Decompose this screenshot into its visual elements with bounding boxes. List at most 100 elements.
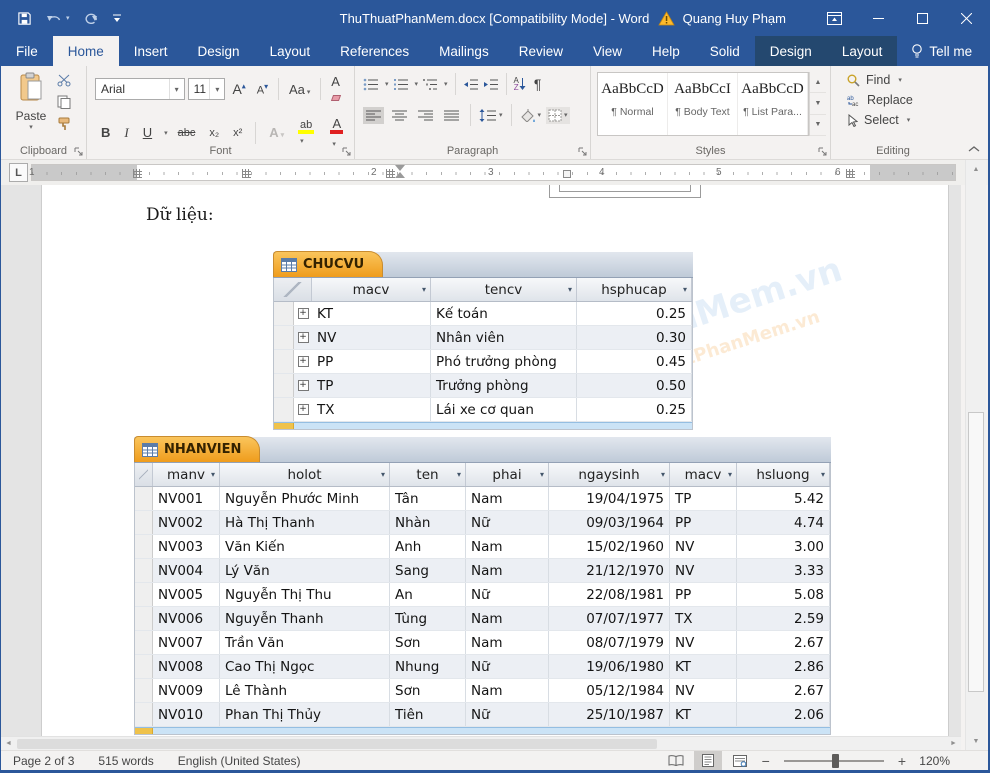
close-button[interactable]	[944, 0, 988, 36]
bold-button[interactable]: B	[97, 123, 114, 142]
paste-dropdown[interactable]: ▾	[9, 123, 53, 131]
numbering-button[interactable]	[393, 78, 409, 91]
ribbon-display-options-button[interactable]	[812, 0, 856, 36]
multilevel-dropdown[interactable]: ▾	[444, 80, 448, 88]
contextual-tab-design[interactable]: Design	[755, 36, 827, 66]
font-dialog-launcher[interactable]	[342, 147, 352, 157]
borders-button[interactable]: ▾	[546, 107, 570, 124]
increase-indent-button[interactable]	[483, 78, 499, 91]
cut-icon[interactable]	[57, 74, 72, 87]
zoom-slider-thumb[interactable]	[832, 754, 839, 768]
font-family-combo[interactable]: Arial▾	[95, 78, 185, 100]
align-right-button[interactable]	[415, 107, 436, 124]
tab-help[interactable]: Help	[637, 36, 695, 66]
decrease-indent-button[interactable]	[463, 78, 479, 91]
text-effects-button[interactable]: A▾	[265, 123, 288, 142]
select-button[interactable]: Select▾	[841, 110, 955, 130]
scroll-right-button[interactable]: ►	[946, 737, 961, 750]
strikethrough-button[interactable]: abc	[174, 125, 200, 141]
scroll-up-button[interactable]: ▲	[967, 160, 985, 178]
font-size-combo[interactable]: 11▾	[188, 78, 226, 100]
undo-dropdown[interactable]: ▾	[66, 14, 70, 22]
tab-solid[interactable]: Solid	[695, 36, 755, 66]
style-card[interactable]: AaBbCcI¶ Body Text	[668, 73, 738, 135]
zoom-level[interactable]: 120%	[914, 754, 950, 768]
save-icon[interactable]	[17, 11, 32, 26]
clipboard-dialog-launcher[interactable]	[74, 147, 84, 157]
account-area[interactable]: Quang Huy Phạm	[648, 11, 812, 26]
find-button[interactable]: Find▾	[841, 70, 955, 90]
table-column-marker[interactable]	[242, 169, 251, 178]
web-layout-button[interactable]	[726, 751, 754, 770]
tab-share[interactable]: Share	[986, 36, 990, 66]
scroll-down-button[interactable]: ▼	[967, 732, 985, 750]
tab-file[interactable]: File	[1, 36, 53, 66]
style-card[interactable]: AaBbCcD¶ Normal	[598, 73, 668, 135]
word-count[interactable]: 515 words	[86, 754, 165, 768]
zoom-slider[interactable]	[784, 760, 884, 762]
tab-mailings[interactable]: Mailings	[424, 36, 504, 66]
language-indicator[interactable]: English (United States)	[166, 754, 313, 768]
contextual-tab-layout[interactable]: Layout	[827, 36, 898, 66]
horizontal-scrollbar[interactable]: ◄ ►	[1, 736, 961, 750]
format-painter-icon[interactable]	[57, 117, 72, 131]
tab-insert[interactable]: Insert	[119, 36, 183, 66]
align-left-button[interactable]	[363, 107, 384, 124]
italic-button[interactable]: I	[120, 123, 132, 143]
paste-button[interactable]: Paste ▾	[9, 72, 53, 131]
clear-formatting-button[interactable]: A	[327, 72, 350, 106]
styles-scroll-down[interactable]: ▼	[810, 93, 826, 114]
collapse-ribbon-button[interactable]	[968, 145, 980, 153]
print-layout-button[interactable]	[694, 751, 722, 770]
copy-icon[interactable]	[57, 95, 72, 109]
sort-button[interactable]: AZ	[514, 77, 526, 91]
paragraph-dialog-launcher[interactable]	[578, 147, 588, 157]
highlight-color-button[interactable]: ab▾	[294, 117, 320, 148]
read-mode-button[interactable]	[662, 751, 690, 770]
replace-button[interactable]: abac Replace	[841, 90, 955, 110]
tab-view[interactable]: View	[578, 36, 637, 66]
undo-icon[interactable]: ▾	[46, 12, 70, 24]
shading-button[interactable]: ▾	[520, 109, 542, 122]
change-case-button[interactable]: Aa▾	[285, 80, 314, 99]
vertical-scroll-thumb[interactable]	[968, 412, 984, 692]
show-formatting-marks-button[interactable]: ¶	[530, 74, 546, 94]
table-column-marker[interactable]	[386, 169, 395, 178]
redo-icon[interactable]	[84, 12, 98, 24]
superscript-button[interactable]: x²	[229, 125, 246, 141]
tab-design[interactable]: Design	[183, 36, 255, 66]
styles-scroll-up[interactable]: ▲	[810, 72, 826, 93]
tab-home[interactable]: Home	[53, 36, 119, 66]
style-card[interactable]: AaBbCcD¶ List Para...	[738, 73, 808, 135]
subscript-button[interactable]: x₂	[205, 125, 223, 141]
vertical-scrollbar[interactable]: ▲ ▼	[965, 160, 986, 750]
tab-stop-selector[interactable]: L	[9, 163, 28, 182]
underline-dropdown[interactable]: ▾	[164, 129, 168, 137]
horizontal-scroll-thumb[interactable]	[17, 739, 657, 749]
line-spacing-button[interactable]: ▾	[479, 109, 503, 122]
page-indicator[interactable]: Page 2 of 3	[1, 754, 86, 768]
numbering-dropdown[interactable]: ▾	[415, 80, 419, 88]
zoom-in-button[interactable]: +	[894, 753, 910, 769]
minimize-button[interactable]	[856, 0, 900, 36]
grow-font-button[interactable]: A▴	[228, 79, 249, 99]
tab-review[interactable]: Review	[504, 36, 578, 66]
align-center-button[interactable]	[389, 107, 410, 124]
scroll-left-button[interactable]: ◄	[1, 737, 16, 750]
styles-more-button[interactable]: ▼	[810, 115, 826, 136]
horizontal-ruler[interactable]: 123456	[31, 164, 956, 181]
underline-button[interactable]: U	[139, 123, 156, 142]
justify-button[interactable]	[441, 107, 462, 124]
tab-layout[interactable]: Layout	[255, 36, 326, 66]
zoom-out-button[interactable]: −	[758, 753, 774, 769]
table-column-marker[interactable]	[133, 169, 142, 178]
maximize-button[interactable]	[900, 0, 944, 36]
shrink-font-button[interactable]: A▾	[253, 80, 272, 99]
tab-tell-me[interactable]: Tell me	[897, 36, 986, 66]
styles-dialog-launcher[interactable]	[818, 147, 828, 157]
customize-qat-icon[interactable]	[112, 13, 122, 23]
bullets-button[interactable]	[363, 78, 379, 91]
multilevel-list-button[interactable]	[422, 78, 438, 91]
table-column-marker[interactable]	[846, 169, 855, 178]
tab-stop-marker[interactable]	[563, 170, 571, 178]
